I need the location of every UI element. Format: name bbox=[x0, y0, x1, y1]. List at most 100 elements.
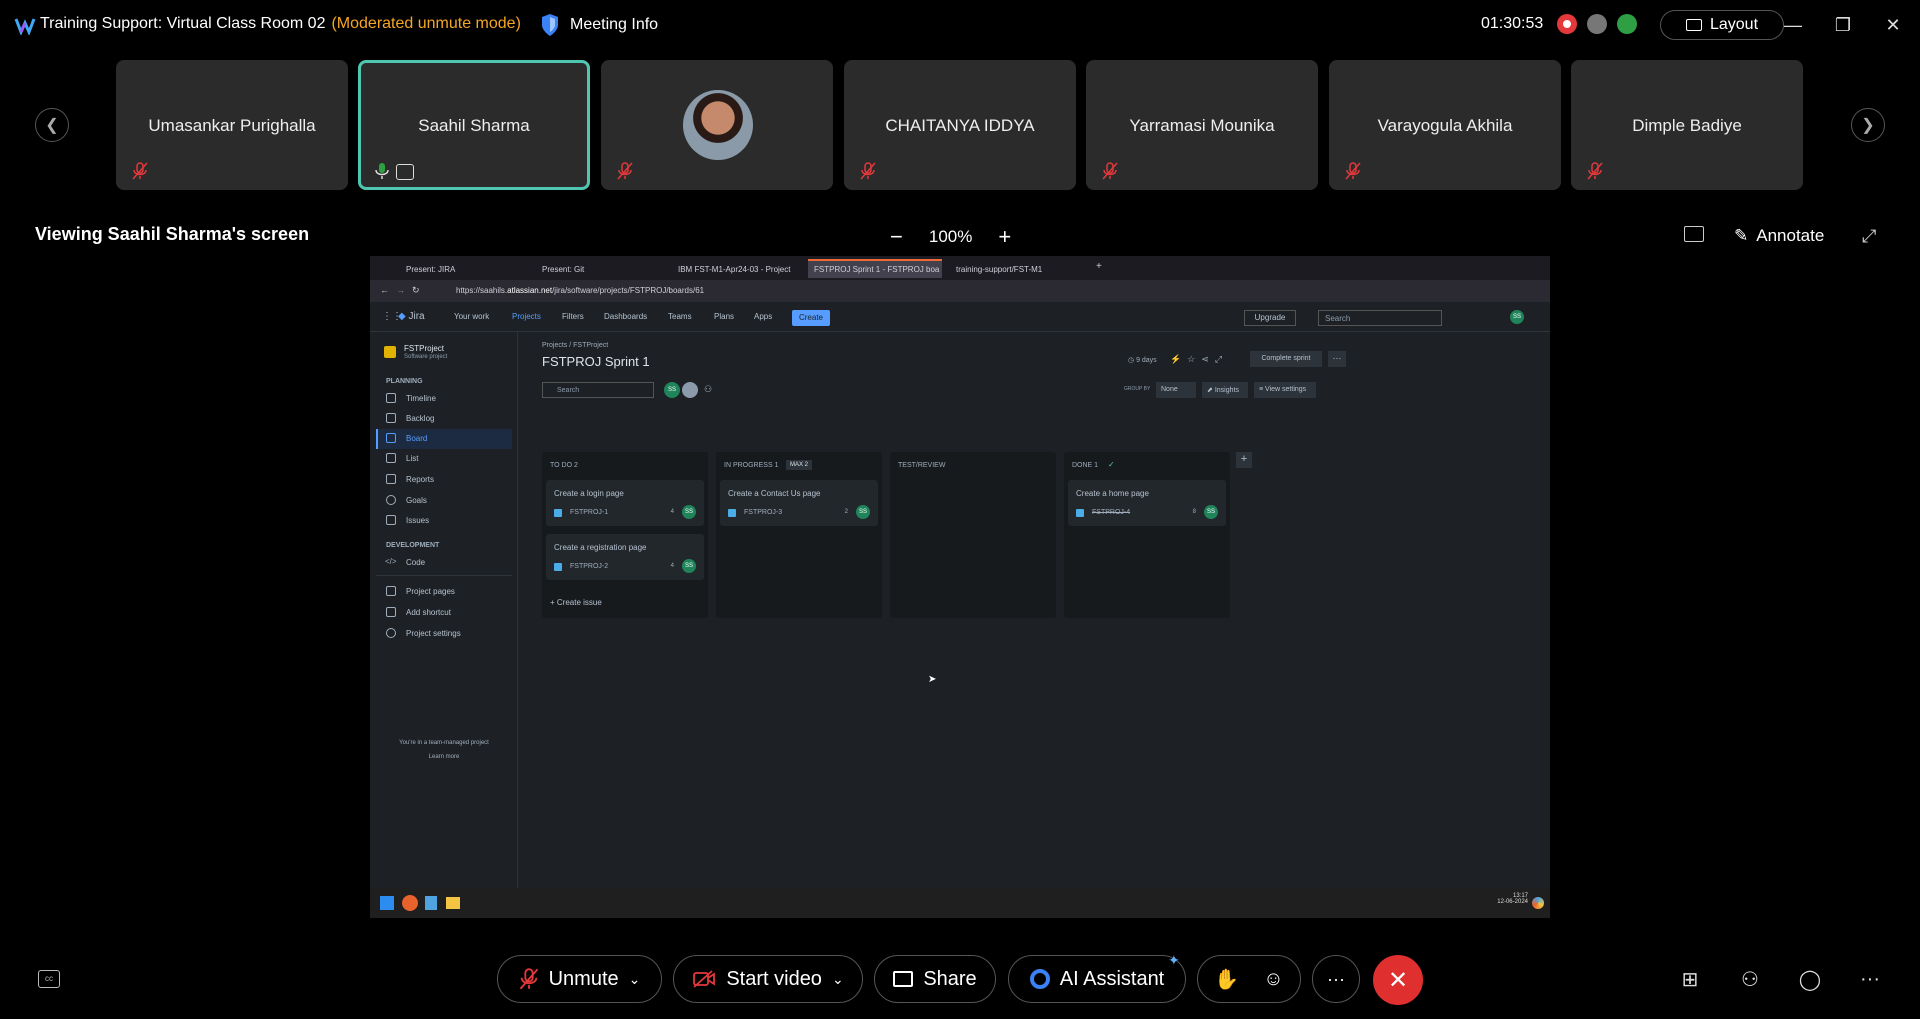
participants-next-button[interactable]: ❯ bbox=[1851, 108, 1885, 142]
firefox-icon[interactable] bbox=[402, 895, 418, 911]
sidebar-item-list[interactable]: List bbox=[406, 454, 418, 463]
raise-hand-icon[interactable]: ✋ bbox=[1214, 967, 1239, 992]
browser-tab-active[interactable]: FSTPROJ Sprint 1 - FSTPROJ boa bbox=[808, 259, 942, 278]
browser-tab[interactable]: training-support/FST-M1 bbox=[950, 259, 1078, 278]
sidebar-item-code[interactable]: Code bbox=[406, 558, 425, 567]
jira-logo[interactable]: ◆ Jira bbox=[398, 311, 425, 322]
jira-search-input[interactable]: Search bbox=[1318, 310, 1442, 326]
chevron-down-icon[interactable]: ⌄ bbox=[629, 971, 641, 988]
forward-icon[interactable]: → bbox=[396, 285, 405, 295]
nav-teams[interactable]: Teams bbox=[668, 312, 692, 321]
minimize-icon[interactable]: — bbox=[1780, 12, 1806, 38]
add-column-button[interactable]: + bbox=[1236, 452, 1252, 468]
participant-tile[interactable]: Varayogula Akhila bbox=[1329, 60, 1561, 190]
breadcrumb-project[interactable]: FSTProject bbox=[573, 342, 608, 349]
issue-card[interactable]: Create a registration page FSTPROJ-2 4 S… bbox=[546, 534, 704, 580]
participant-tile[interactable]: Yarramasi Mounika bbox=[1086, 60, 1318, 190]
reload-icon[interactable]: ↻ bbox=[412, 285, 420, 296]
nav-projects[interactable]: Projects bbox=[512, 312, 541, 321]
nav-apps[interactable]: Apps bbox=[754, 312, 772, 321]
board-action-icons[interactable]: ⚡☆⋖⤢ bbox=[1170, 354, 1228, 365]
more-panels-icon[interactable]: ··· bbox=[1856, 965, 1884, 993]
participants-prev-button[interactable]: ❮ bbox=[35, 108, 69, 142]
emoji-reaction-icon[interactable]: ☺ bbox=[1263, 968, 1283, 991]
participant-tile[interactable] bbox=[601, 60, 833, 190]
restore-icon[interactable]: ❐ bbox=[1830, 12, 1856, 38]
project-icon bbox=[384, 346, 396, 358]
planning-heading: PLANNING bbox=[386, 378, 423, 385]
learn-more-link[interactable]: Learn more bbox=[370, 754, 518, 760]
sidebar-item-project-pages[interactable]: Project pages bbox=[406, 587, 455, 596]
screen-options-icon[interactable] bbox=[1684, 226, 1704, 242]
file-explorer-icon[interactable] bbox=[446, 897, 460, 909]
meeting-info-button[interactable]: Meeting Info bbox=[540, 12, 658, 38]
upgrade-button[interactable]: Upgrade bbox=[1244, 310, 1296, 326]
participants-icon[interactable]: ⚇ bbox=[1736, 965, 1764, 993]
sidebar-item-board[interactable]: Board bbox=[406, 434, 427, 443]
issue-title: Create a login page bbox=[554, 489, 624, 498]
sidebar-item-timeline[interactable]: Timeline bbox=[406, 394, 436, 403]
unassigned-avatar[interactable] bbox=[682, 382, 698, 398]
insights-button[interactable]: ⬈ Insights bbox=[1202, 382, 1248, 398]
notepad-icon[interactable] bbox=[425, 896, 437, 910]
participant-tile[interactable]: Dimple Badiye bbox=[1571, 60, 1803, 190]
annotate-button[interactable]: ✎ Annotate bbox=[1734, 226, 1824, 246]
sidebar-item-goals[interactable]: Goals bbox=[406, 496, 427, 505]
close-icon[interactable]: ✕ bbox=[1880, 12, 1906, 38]
story-points: 4 bbox=[670, 563, 674, 569]
start-video-button[interactable]: Start video ⌄ bbox=[673, 955, 863, 1003]
sidebar-item-add-shortcut[interactable]: Add shortcut bbox=[406, 608, 451, 617]
create-button[interactable]: Create bbox=[792, 310, 830, 326]
windows-start-icon[interactable] bbox=[380, 896, 394, 910]
nav-plans[interactable]: Plans bbox=[714, 312, 734, 321]
zoom-out-button[interactable]: − bbox=[890, 224, 903, 250]
recording-icon[interactable] bbox=[1557, 14, 1577, 34]
participant-tile[interactable]: Umasankar Purighalla bbox=[116, 60, 348, 190]
group-by-select[interactable]: None bbox=[1156, 382, 1196, 398]
captions-icon[interactable]: cc bbox=[38, 970, 60, 988]
create-issue-button[interactable]: + Create issue bbox=[550, 598, 602, 607]
board-search-input[interactable]: Search bbox=[542, 382, 654, 398]
zoom-in-button[interactable]: + bbox=[998, 224, 1011, 250]
url-bar[interactable]: https://saahils.atlassian.net/jira/softw… bbox=[450, 283, 1130, 299]
user-avatar[interactable]: SS bbox=[1510, 310, 1524, 324]
share-button[interactable]: Share bbox=[874, 955, 996, 1003]
layout-button[interactable]: Layout bbox=[1660, 10, 1784, 40]
fullscreen-icon[interactable]: ⤢ bbox=[1862, 226, 1876, 247]
nav-your-work[interactable]: Your work bbox=[454, 312, 489, 321]
browser-tab[interactable]: Present: JIRA bbox=[400, 259, 528, 278]
key-icon[interactable] bbox=[1587, 14, 1607, 34]
copilot-icon[interactable] bbox=[1532, 897, 1544, 909]
nav-filters[interactable]: Filters bbox=[562, 312, 584, 321]
leave-meeting-button[interactable]: ✕ bbox=[1373, 955, 1423, 1005]
back-icon[interactable]: ← bbox=[380, 285, 389, 295]
sidebar-item-project-settings[interactable]: Project settings bbox=[406, 629, 461, 638]
browser-tab[interactable]: Present: Git bbox=[536, 259, 664, 278]
browser-tab[interactable]: IBM FST-M1-Apr24-03 - Project bbox=[672, 259, 800, 278]
issue-card[interactable]: Create a Contact Us page FSTPROJ-3 2 SS bbox=[720, 480, 878, 526]
apps-icon[interactable]: ⊞ bbox=[1676, 965, 1704, 993]
unmute-button[interactable]: Unmute ⌄ bbox=[497, 955, 662, 1003]
participant-tile[interactable]: CHAITANYA IDDYA bbox=[844, 60, 1076, 190]
sidebar-item-backlog[interactable]: Backlog bbox=[406, 414, 434, 423]
network-signal-icon[interactable] bbox=[1617, 14, 1637, 34]
issue-card[interactable]: Create a home page FSTPROJ-4 8 SS bbox=[1068, 480, 1226, 526]
breadcrumb-projects[interactable]: Projects bbox=[542, 342, 567, 349]
complete-sprint-button[interactable]: Complete sprint bbox=[1250, 351, 1322, 367]
task-icon bbox=[728, 509, 736, 517]
chat-icon[interactable]: ◯ bbox=[1796, 965, 1824, 993]
participant-tile-active[interactable]: Saahil Sharma bbox=[358, 60, 590, 190]
more-actions-button[interactable]: ··· bbox=[1328, 351, 1346, 367]
new-tab-button[interactable]: + bbox=[1096, 261, 1102, 272]
view-settings-button[interactable]: ≡ View settings bbox=[1254, 382, 1316, 398]
add-people-icon[interactable]: ⚇ bbox=[704, 384, 712, 395]
chevron-down-icon[interactable]: ⌄ bbox=[832, 971, 844, 988]
issue-card[interactable]: Create a login page FSTPROJ-1 4 SS bbox=[546, 480, 704, 526]
project-name[interactable]: FSTProject bbox=[404, 344, 444, 353]
ai-assistant-button[interactable]: AI Assistant bbox=[1008, 955, 1186, 1003]
more-options-button[interactable]: ··· bbox=[1312, 955, 1360, 1003]
assignee-avatar[interactable]: SS bbox=[664, 382, 680, 398]
sidebar-item-issues[interactable]: Issues bbox=[406, 516, 429, 525]
sidebar-item-reports[interactable]: Reports bbox=[406, 475, 434, 484]
nav-dashboards[interactable]: Dashboards bbox=[604, 312, 647, 321]
